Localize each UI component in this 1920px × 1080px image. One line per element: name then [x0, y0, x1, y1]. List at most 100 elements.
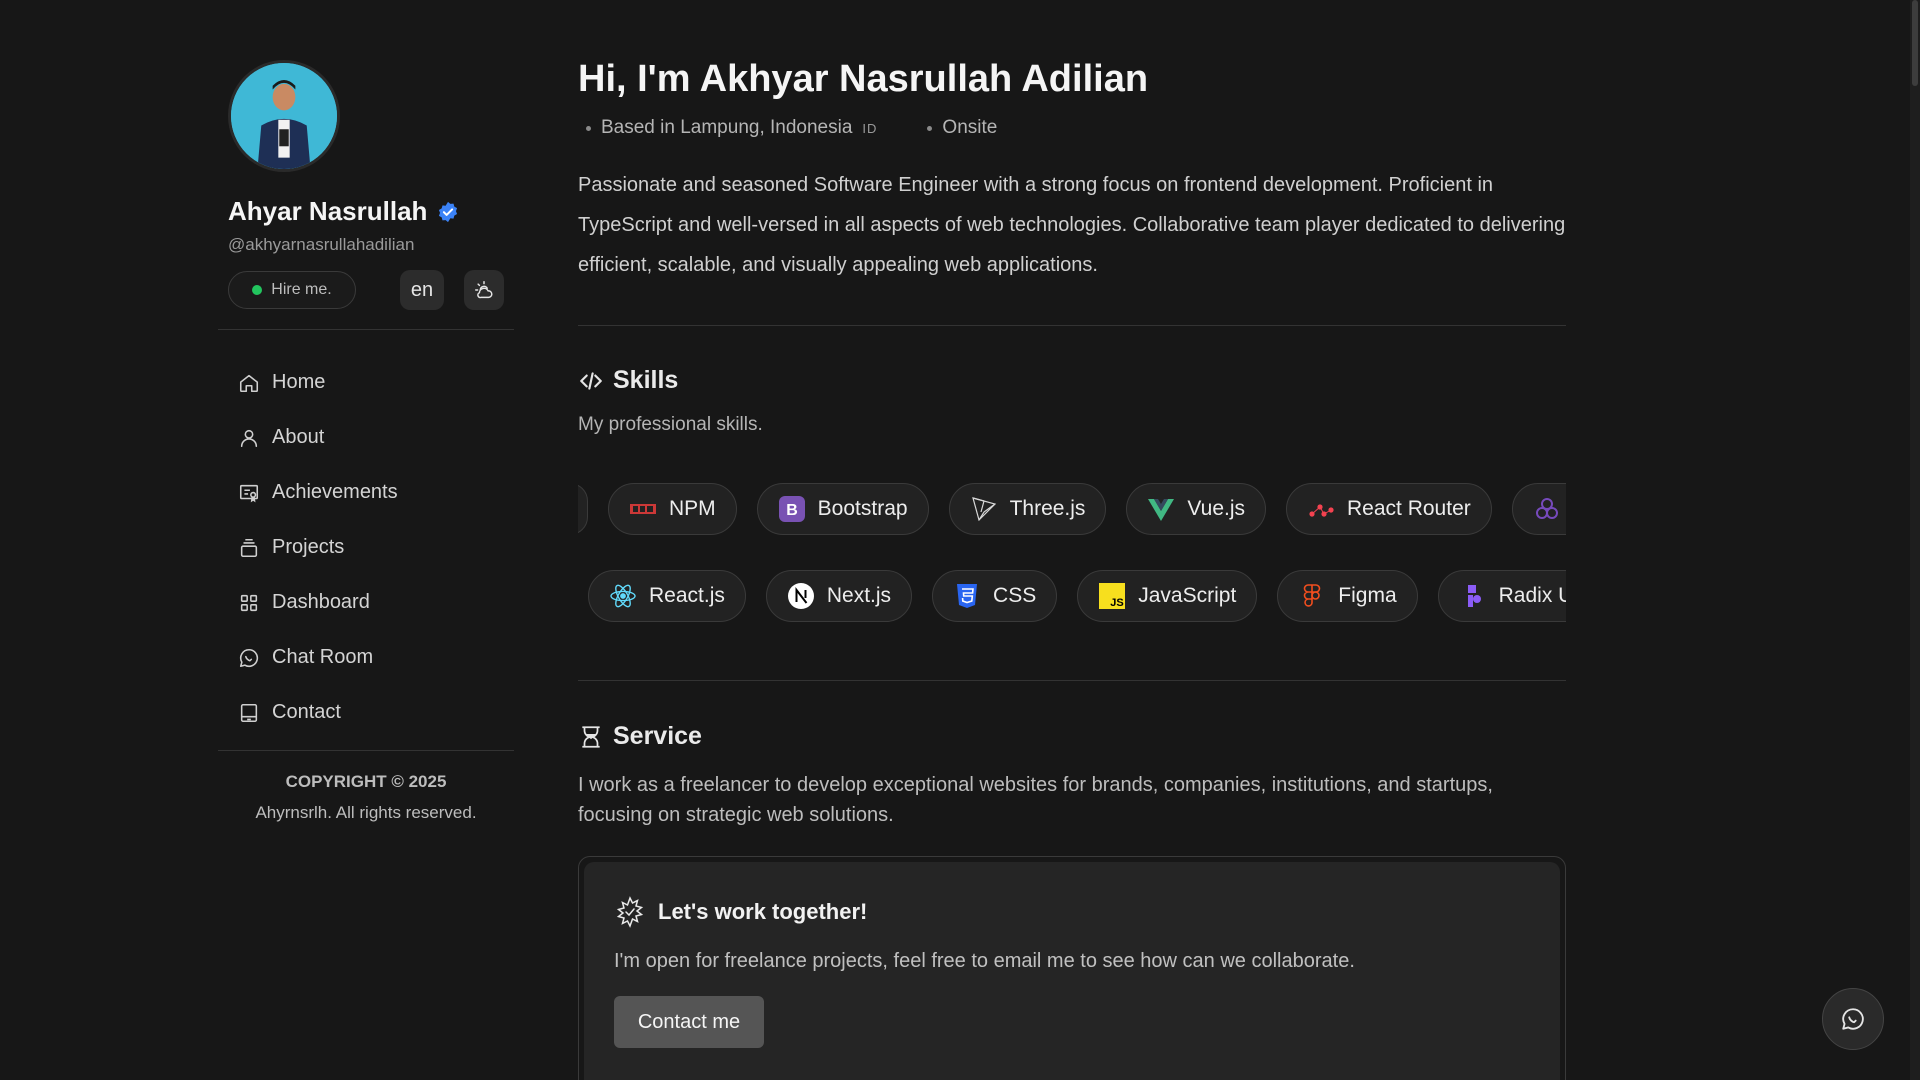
redux-icon: [1535, 498, 1558, 519]
location-text: Based in Lampung, Indonesia: [601, 117, 853, 138]
skill-label: Three.js: [1009, 497, 1086, 520]
country-flag: ID: [862, 120, 878, 136]
achievement-icon: [239, 484, 259, 502]
skill-label: CSS: [993, 584, 1037, 607]
npm-icon: [630, 504, 656, 514]
contact-me-button[interactable]: Contact me: [614, 996, 764, 1048]
work-mode: Onsite: [927, 117, 997, 139]
collaborate-card: Let's work together! I'm open for freela…: [578, 856, 1566, 1080]
projects-icon: [240, 538, 258, 557]
scrollbar-thumb[interactable]: [1912, 0, 1918, 86]
skill-label: Figma: [1338, 584, 1397, 607]
nav-item-contact[interactable]: Contact: [238, 685, 498, 740]
chat-icon: [239, 648, 259, 667]
sidebar: Ahyar Nasrullah @akhyarnasrullahadilian …: [218, 0, 514, 1080]
nav-label: Achievements: [272, 481, 398, 503]
cta-title: Let's work together!: [658, 899, 868, 924]
css-icon: [957, 584, 978, 608]
nav-label: Projects: [272, 536, 345, 558]
skill-label: Vue.js: [1187, 497, 1246, 520]
react-router-icon: [1309, 504, 1334, 517]
skills-marquee-row-2: React.js Next.js CSS JS JavaScript Figma…: [578, 570, 1566, 626]
bullet-icon: [927, 125, 933, 131]
skill-chip-figma[interactable]: Figma: [1277, 570, 1418, 622]
nav-item-chat-room[interactable]: Chat Room: [238, 630, 498, 685]
skill-label: Next.js: [826, 584, 892, 607]
cta-heading: Let's work together!: [614, 896, 867, 928]
skill-label: React.js: [649, 584, 725, 607]
svg-text:B: B: [786, 502, 798, 519]
skill-label: React Router: [1347, 497, 1471, 520]
skill-chip-radix-ui[interactable]: Radix UI: [1437, 570, 1566, 622]
profile-name-text: Ahyar Nasrullah: [228, 196, 428, 226]
service-heading: Service: [578, 722, 702, 751]
nav-item-achievements[interactable]: Achievements: [238, 465, 498, 520]
contact-icon: [240, 703, 258, 722]
section-divider: [578, 680, 1566, 681]
skill-chip-css[interactable]: CSS: [932, 570, 1058, 622]
rights-text: Ahyrnsrlh. All rights reserved.: [255, 803, 477, 822]
skill-chip-reactjs[interactable]: React.js: [588, 570, 746, 622]
bio-text: Passionate and seasoned Software Enginee…: [578, 174, 1566, 276]
section-divider: [578, 325, 1566, 326]
location: Based in Lampung, Indonesia ID: [586, 117, 877, 139]
collaborate-card-inner: Let's work together! I'm open for freela…: [584, 862, 1560, 1080]
bootstrap-icon: B: [778, 496, 805, 522]
sparkle-badge-icon: [616, 896, 644, 928]
vuejs-icon: [1148, 499, 1175, 521]
sidebar-nav: Home About Achievements Projects Dashboa…: [238, 355, 498, 740]
work-mode-text: Onsite: [942, 117, 998, 138]
nav-item-home[interactable]: Home: [238, 355, 498, 410]
nextjs-icon: [787, 583, 814, 609]
profile-name: Ahyar Nasrullah: [228, 196, 459, 227]
nav-label: Home: [272, 371, 326, 393]
chat-bubble-icon: [1842, 1008, 1864, 1030]
skills-marquee-row-1: NPM B Bootstrap Three.js Vue.js React Ro…: [578, 483, 1566, 539]
dashboard-icon: [240, 594, 258, 611]
skill-chip-partial[interactable]: [578, 483, 588, 535]
skill-chip-bootstrap[interactable]: B Bootstrap: [756, 483, 929, 535]
skills-heading: Skills: [578, 366, 678, 395]
user-icon: [240, 429, 258, 447]
theme-icon: [475, 281, 493, 299]
cta-text: I'm open for freelance projects, feel fr…: [614, 950, 1355, 972]
nav-label: About: [272, 426, 325, 448]
nav-label: Contact: [272, 701, 341, 723]
avatar[interactable]: [228, 60, 340, 172]
radix-ui-icon: [1467, 585, 1481, 607]
nav-item-dashboard[interactable]: Dashboard: [238, 575, 498, 630]
skills-subtitle: My professional skills.: [578, 414, 763, 435]
code-icon: [580, 371, 602, 390]
react-icon: [610, 584, 636, 608]
profile-handle: @akhyarnasrullahadilian: [228, 235, 415, 254]
skill-chip-threejs[interactable]: Three.js: [948, 483, 1107, 535]
bullet-icon: [586, 125, 591, 131]
service-description: I work as a freelancer to develop except…: [578, 774, 1493, 826]
chat-fab-button[interactable]: [1822, 988, 1884, 1050]
javascript-icon: JS: [1099, 583, 1126, 609]
skill-chip-nextjs[interactable]: Next.js: [765, 570, 913, 622]
hire-me-button[interactable]: Hire me.: [228, 271, 356, 309]
skill-chip-npm[interactable]: NPM: [608, 483, 737, 535]
sidebar-divider: [218, 329, 514, 330]
nav-label: Dashboard: [272, 591, 370, 613]
skill-label: Radix UI: [1498, 584, 1566, 607]
online-status-dot: [252, 285, 263, 295]
hire-me-label: Hire me.: [271, 281, 332, 298]
verified-icon: [439, 201, 458, 222]
profile-meta: Based in Lampung, Indonesia ID Onsite: [586, 117, 997, 139]
skill-chip-javascript[interactable]: JS JavaScript: [1077, 570, 1258, 622]
skill-label: JavaScript: [1138, 584, 1237, 607]
home-icon: [239, 374, 259, 392]
nav-item-projects[interactable]: Projects: [238, 520, 498, 575]
service-icon: [582, 725, 600, 748]
nav-item-about[interactable]: About: [238, 410, 498, 465]
theme-toggle-button[interactable]: [464, 270, 504, 310]
copyright-text: COPYRIGHT © 2025: [285, 772, 447, 791]
nav-label: Chat Room: [272, 646, 374, 668]
language-toggle-button[interactable]: en: [400, 270, 444, 310]
skill-chip-redux[interactable]: [1511, 483, 1566, 535]
skill-chip-vuejs[interactable]: Vue.js: [1126, 483, 1267, 535]
skill-chip-react-router[interactable]: React Router: [1286, 483, 1492, 535]
page-scrollbar[interactable]: [1910, 0, 1920, 1080]
